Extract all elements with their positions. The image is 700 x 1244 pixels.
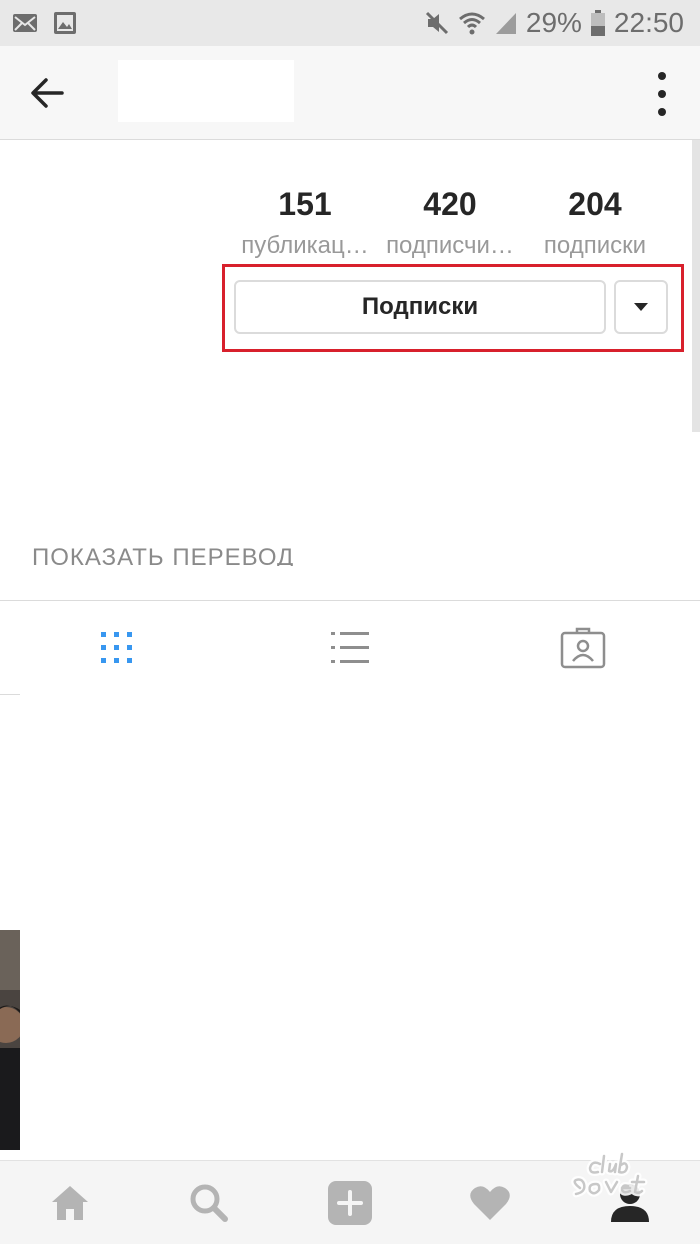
dropdown-button[interactable] — [614, 280, 668, 334]
scrollbar[interactable] — [692, 140, 700, 432]
following-count: 204 — [568, 186, 622, 222]
nav-search[interactable] — [181, 1175, 237, 1231]
tab-tagged[interactable] — [548, 616, 618, 680]
clock: 22:50 — [613, 7, 684, 38]
status-bar: 29% 22:50 — [0, 0, 700, 46]
nav-home[interactable] — [42, 1175, 98, 1231]
back-button[interactable] — [24, 70, 70, 116]
home-icon — [52, 1186, 88, 1220]
battery-percent: 29% — [525, 7, 582, 38]
translate-link[interactable]: ПОКАЗАТЬ ПЕРЕВОД — [32, 530, 432, 566]
list-icon — [331, 632, 369, 663]
search-icon — [190, 1184, 228, 1222]
watermark-logo — [571, 1150, 648, 1198]
tagged-icon — [560, 627, 606, 669]
mute-icon — [425, 11, 448, 35]
wifi-icon — [458, 12, 485, 35]
photo-thumbnail[interactable] — [0, 930, 20, 1150]
posts-label: публикац… — [241, 232, 369, 259]
nav-add[interactable] — [322, 1175, 378, 1231]
caret-down-icon — [634, 303, 648, 311]
more-options-button[interactable] — [654, 72, 670, 116]
posts-count: 151 — [278, 186, 332, 222]
mail-icon — [13, 14, 37, 32]
stat-following[interactable]: 204 подписки — [525, 180, 665, 264]
following-label: подписки — [543, 232, 647, 259]
content-divider — [0, 694, 20, 695]
battery-icon — [590, 10, 605, 36]
signal-icon — [495, 13, 516, 34]
followers-count: 420 — [423, 186, 477, 222]
tab-grid[interactable] — [82, 616, 152, 680]
nav-activity[interactable] — [462, 1175, 518, 1231]
arrow-left-icon — [31, 78, 64, 108]
tabs-divider — [0, 600, 700, 601]
following-button[interactable]: Подписки — [234, 280, 606, 334]
stat-posts[interactable]: 151 публикац… — [235, 180, 375, 264]
image-icon — [54, 12, 76, 34]
username-redacted — [118, 60, 294, 122]
tab-list[interactable] — [315, 616, 385, 680]
followers-label: подписчи… — [386, 232, 514, 259]
more-vertical-icon — [658, 72, 666, 80]
stat-followers[interactable]: 420 подписчи… — [380, 180, 520, 264]
top-toolbar — [0, 46, 700, 140]
translate-text: ПОКАЗАТЬ ПЕРЕВОД — [32, 544, 295, 566]
add-icon — [328, 1181, 372, 1225]
grid-icon — [101, 632, 132, 663]
person-photo — [0, 930, 20, 1150]
heart-icon — [470, 1186, 510, 1220]
